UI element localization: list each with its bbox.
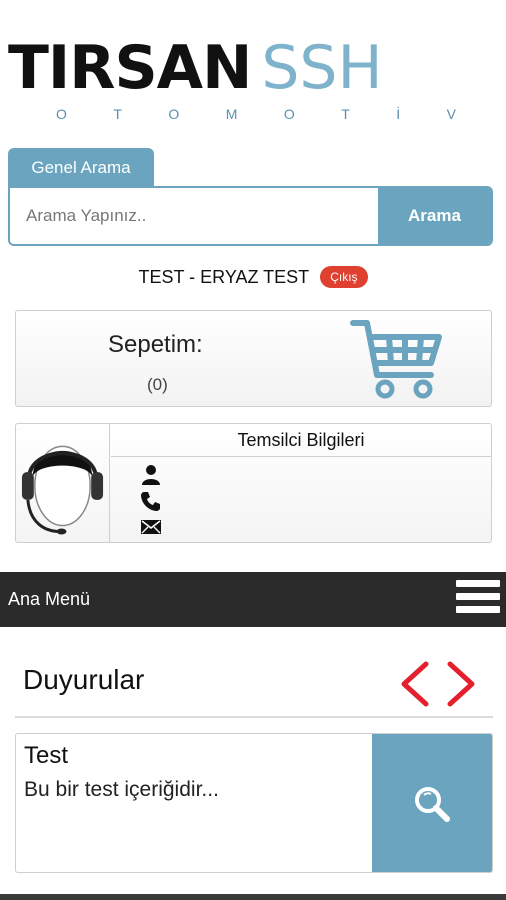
cart-title: Sepetim: xyxy=(108,331,203,358)
logo-brand-accent: SSH xyxy=(261,33,383,103)
mail-icon xyxy=(141,520,161,534)
logo-subtitle-letter: İ xyxy=(396,106,401,122)
logo-subtitle-letter: O xyxy=(168,106,180,122)
representative-box: Temsilci Bilgileri xyxy=(15,423,492,543)
announcement-nav-arrows xyxy=(398,660,478,708)
logo-subtitle-letter: O xyxy=(283,106,295,122)
representative-title: Temsilci Bilgileri xyxy=(111,424,491,457)
cart-count: (0) xyxy=(147,375,168,394)
logo-subtitle-letter: M xyxy=(225,106,238,122)
cart-box[interactable]: Sepetim: (0) xyxy=(15,310,492,407)
brand-logo: TIRSAN SSH O T O M O T İ V xyxy=(0,0,506,140)
logo-subtitle-letter: O xyxy=(56,106,67,122)
chevron-right-icon[interactable] xyxy=(442,660,478,708)
person-icon xyxy=(142,465,160,485)
logout-button[interactable]: Çıkış xyxy=(320,266,368,289)
hamburger-menu-icon[interactable] xyxy=(456,580,500,620)
logo-subtitle: O T O M O T İ V xyxy=(56,106,456,122)
logo-subtitle-letter: V xyxy=(446,106,456,122)
announcement-title: Test xyxy=(24,742,69,769)
shopping-cart-icon xyxy=(350,320,442,399)
bottom-strip xyxy=(0,894,506,900)
logo-subtitle-letter: T xyxy=(341,106,350,122)
logo-wordmark: TIRSAN SSH xyxy=(8,38,383,98)
announcement-detail-button[interactable] xyxy=(372,734,492,872)
announcement-card[interactable]: Test Bu bir test içeriğidir... xyxy=(15,733,493,873)
main-menu-bar[interactable]: Ana Menü xyxy=(0,572,506,627)
divider xyxy=(15,716,493,718)
phone-icon xyxy=(141,492,160,511)
chevron-left-icon[interactable] xyxy=(398,660,434,708)
support-agent-avatar-icon xyxy=(21,424,110,542)
user-info: TEST - ERYAZ TEST Çıkış xyxy=(0,266,506,289)
search-icon xyxy=(415,787,450,822)
announcement-text: Bu bir test içeriğidir... xyxy=(24,778,219,801)
announcements-title: Duyurular xyxy=(23,664,145,695)
search-button[interactable]: Arama xyxy=(378,188,491,244)
search-tab-label: Genel Arama xyxy=(8,148,154,188)
user-name: TEST - ERYAZ TEST xyxy=(138,266,310,287)
main-menu-label: Ana Menü xyxy=(8,589,91,609)
logo-brand-main: TIRSAN xyxy=(8,33,252,103)
search-box: Arama xyxy=(8,186,493,246)
logo-subtitle-letter: T xyxy=(113,106,122,122)
search-input[interactable] xyxy=(10,188,380,244)
